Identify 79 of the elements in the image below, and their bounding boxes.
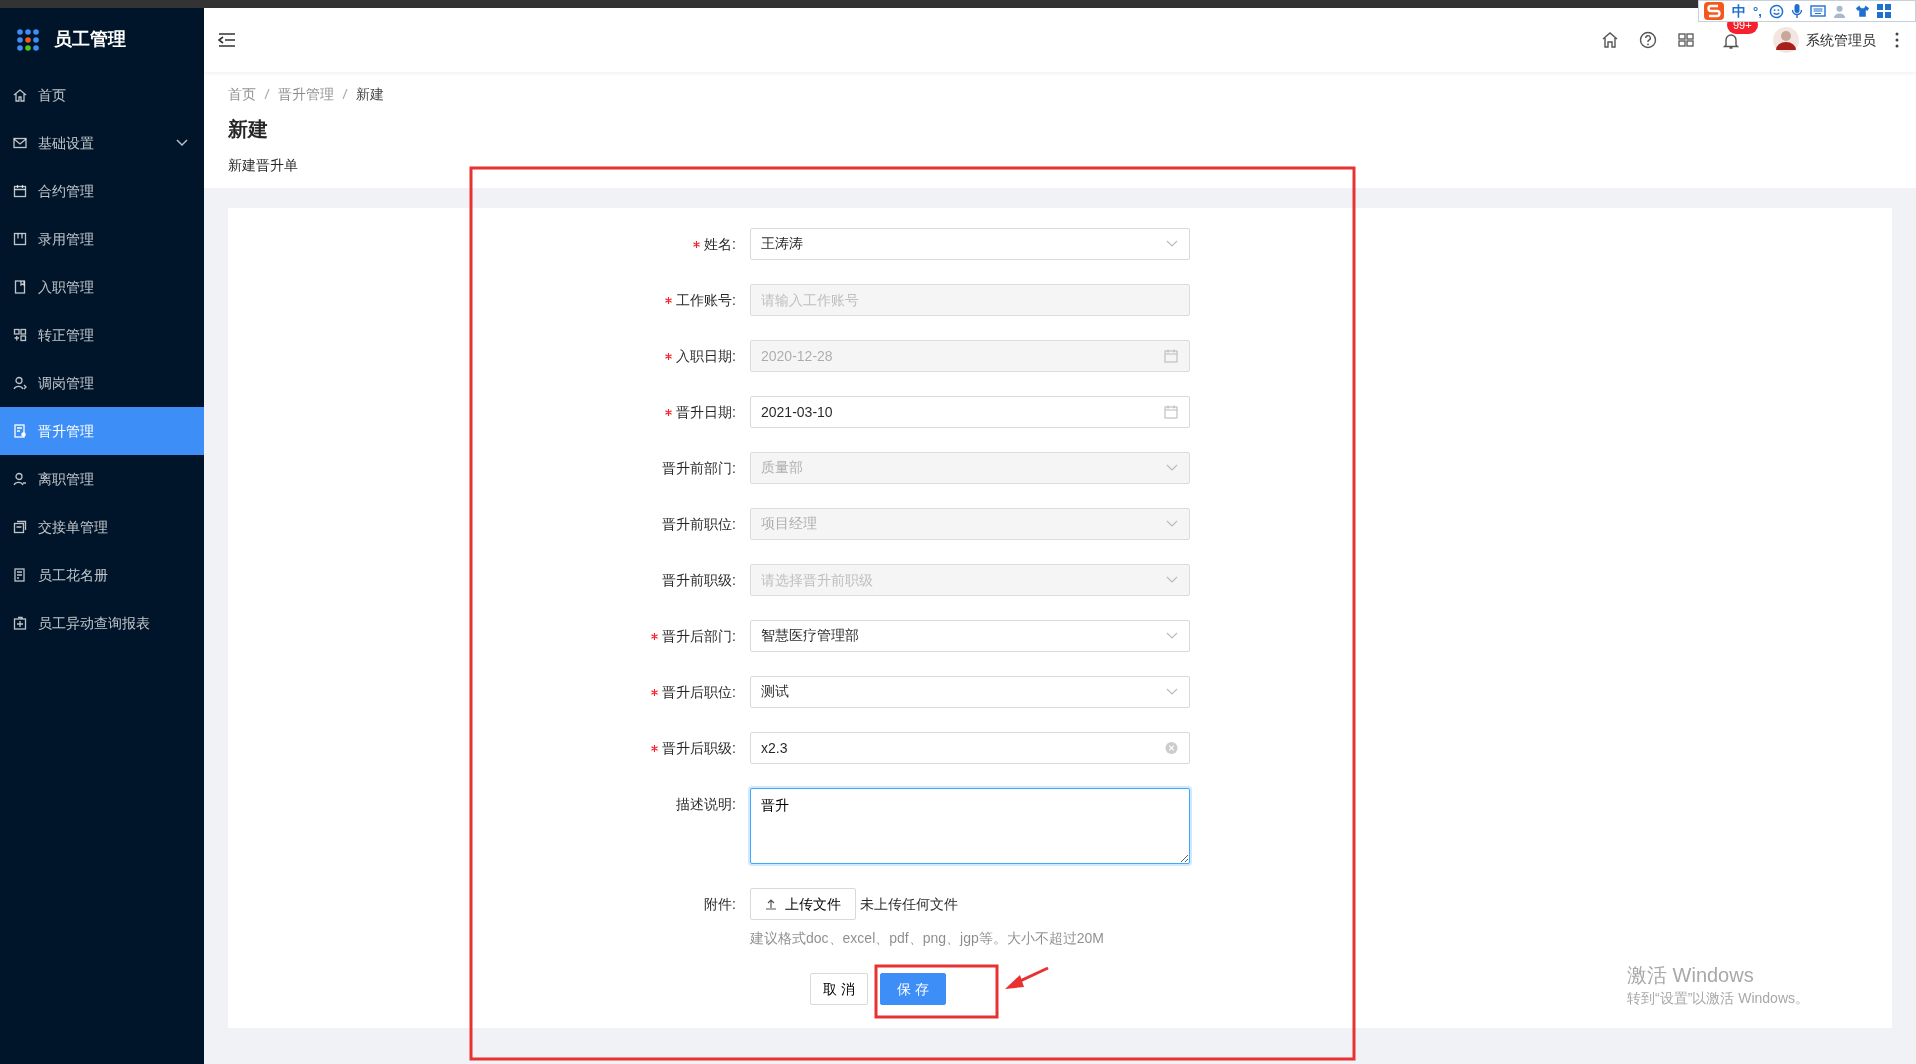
select-field[interactable]: 王涛涛 xyxy=(750,228,1190,260)
person-icon xyxy=(12,471,28,487)
activation-notice-title: 激活 Windows xyxy=(1627,963,1755,988)
microphone-icon[interactable] xyxy=(1790,3,1803,19)
help-icon[interactable] xyxy=(1638,30,1658,50)
avatar[interactable] xyxy=(1773,27,1799,53)
sidebar-item[interactable]: 合约管理 xyxy=(0,167,204,215)
sidebar-item[interactable]: 员工异动查询报表 xyxy=(0,599,204,647)
upload-hint: 建议格式doc、excel、pdf、png、jgp等。大小不超过20M xyxy=(750,929,1105,948)
chevron-icon xyxy=(1166,688,1178,696)
sidebar-item[interactable]: 转正管理 xyxy=(0,311,204,359)
sidebar-item[interactable]: 首页 xyxy=(0,71,204,119)
calendar-icon xyxy=(1164,349,1178,363)
book-icon xyxy=(12,279,28,295)
person-icon xyxy=(12,375,28,391)
select-field[interactable]: 测试 xyxy=(750,676,1190,708)
select-field[interactable]: 智慧医疗管理部 xyxy=(750,620,1190,652)
home-icon xyxy=(12,87,28,103)
keyboard-icon[interactable] xyxy=(1809,5,1826,17)
field-label: 晋升后职级: xyxy=(662,738,736,758)
list-icon xyxy=(12,567,28,583)
mail-icon xyxy=(12,135,28,151)
field-label: 晋升后职位: xyxy=(662,682,736,702)
sidebar-item[interactable]: 员工花名册 xyxy=(0,551,204,599)
calendar-icon xyxy=(12,183,28,199)
activation-notice-text: 转到“设置”以激活 Windows。 xyxy=(1627,989,1809,1008)
date-field[interactable]: 2021-03-10 xyxy=(750,396,1190,428)
home-icon[interactable] xyxy=(1600,30,1620,50)
chevron-icon xyxy=(1166,240,1178,248)
field-label: 姓名: xyxy=(704,234,736,254)
smiley-icon[interactable] xyxy=(1768,3,1784,19)
board-icon xyxy=(12,231,28,247)
annotation-arrow xyxy=(1005,966,1049,989)
chevron-icon xyxy=(1166,464,1178,472)
blocks-icon xyxy=(12,327,28,343)
upload-button[interactable]: 上传文件 xyxy=(750,888,856,920)
upload-icon xyxy=(765,898,777,910)
sidebar-item[interactable]: 离职管理 xyxy=(0,455,204,503)
description-field[interactable]: 晋升 xyxy=(750,788,1190,864)
apps-icon[interactable] xyxy=(1676,30,1696,50)
app-grid-icon xyxy=(16,27,40,52)
page-subtitle: 新建晋升单 xyxy=(228,156,299,175)
field-label: 晋升后部门: xyxy=(662,626,736,646)
ime-punctuation-toggle[interactable]: °, xyxy=(1753,4,1762,18)
breadcrumb-current: 新建 xyxy=(356,85,384,104)
sidebar-item[interactable]: 录用管理 xyxy=(0,215,204,263)
field-label: 晋升前职级: xyxy=(662,570,736,590)
field-label: 入职日期: xyxy=(676,346,736,366)
ime-logo-icon[interactable] xyxy=(1703,1,1725,21)
cancel-button[interactable]: 取 消 xyxy=(810,973,868,1005)
bell-icon[interactable] xyxy=(1721,31,1741,52)
shirt-icon[interactable] xyxy=(1854,4,1870,18)
more-icon[interactable] xyxy=(1894,31,1900,49)
field-label: 晋升日期: xyxy=(676,402,736,422)
select-field[interactable]: x2.3 xyxy=(750,732,1190,764)
chevron-icon xyxy=(1166,520,1178,528)
chevron-icon xyxy=(1166,576,1178,584)
field-label: 描述说明: xyxy=(676,795,736,814)
report-icon xyxy=(12,615,28,631)
field-label: 附件: xyxy=(704,894,736,914)
document-icon xyxy=(12,423,28,439)
sidebar-item[interactable]: 入职管理 xyxy=(0,263,204,311)
sidebar-item[interactable]: 调岗管理 xyxy=(0,359,204,407)
app-title: 员工管理 xyxy=(54,28,126,51)
chevron-icon xyxy=(1166,632,1178,640)
page-title: 新建 xyxy=(228,117,269,142)
upload-status: 未上传任何文件 xyxy=(859,894,958,914)
calendar-icon xyxy=(1164,405,1178,419)
field-label: 工作账号: xyxy=(676,290,736,310)
menu-fold-icon[interactable] xyxy=(218,32,236,48)
window-icon xyxy=(12,519,28,535)
field-label: 晋升前职位: xyxy=(662,514,736,534)
sidebar-item[interactable]: 交接单管理 xyxy=(0,503,204,551)
chevron-icon xyxy=(176,139,188,147)
field-label: 晋升前部门: xyxy=(662,458,736,478)
user-name[interactable]: 系统管理员 xyxy=(1806,29,1876,51)
sidebar-item[interactable]: 基础设置 xyxy=(0,119,204,167)
ime-mode-toggle[interactable]: 中 xyxy=(1732,4,1746,18)
grid-icon[interactable] xyxy=(1876,4,1891,18)
